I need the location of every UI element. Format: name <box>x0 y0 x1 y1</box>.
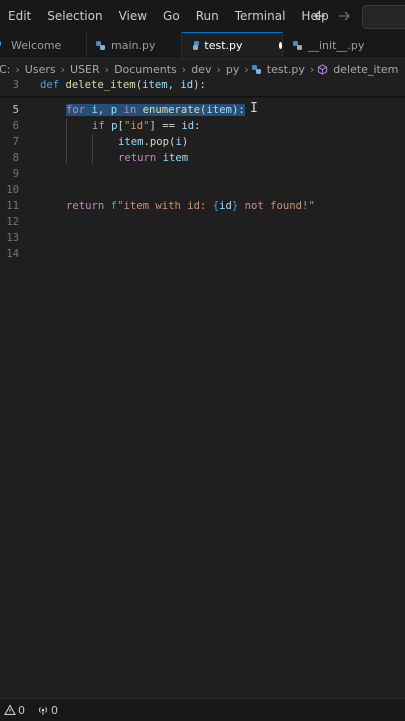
sticky-scroll-line[interactable]: 3 def delete_item(item, id): <box>0 77 405 93</box>
tab-welcome[interactable]: Welcome <box>0 32 87 58</box>
arrow-right-icon[interactable] <box>336 8 352 24</box>
line-number: 11 <box>6 200 19 212</box>
code-line-6[interactable]: 6 if p["id"] == id: <box>0 118 405 134</box>
text-cursor-icon: I <box>250 101 258 116</box>
code-text: if p["id"] == id: <box>92 120 201 132</box>
vscode-icon <box>0 40 5 50</box>
code-line-10[interactable]: 10 <box>0 182 405 198</box>
breadcrumb-symbol[interactable]: delete_item <box>331 63 400 76</box>
menu-terminal[interactable]: Terminal <box>227 0 294 32</box>
arrow-left-icon[interactable] <box>312 8 328 24</box>
breadcrumb: C: › Users › USER › Documents › dev › py… <box>0 59 405 79</box>
menu-run[interactable]: Run <box>188 0 227 32</box>
tab-label: test.py <box>204 38 243 52</box>
python-file-icon <box>96 40 105 50</box>
tab-label: main.py <box>111 38 156 52</box>
chevron-right-icon: › <box>309 62 315 76</box>
code-line-7[interactable]: 7 item.pop(i) <box>0 134 405 150</box>
broadcast-icon <box>38 707 48 715</box>
breadcrumb-users[interactable]: Users <box>23 63 58 76</box>
chevron-right-icon: › <box>15 62 20 76</box>
breadcrumb-py[interactable]: py <box>224 63 242 76</box>
unsaved-dot-icon[interactable] <box>278 41 282 49</box>
tab-test-py[interactable]: test.py <box>182 32 283 57</box>
method-symbol-icon <box>318 63 328 75</box>
menu-go[interactable]: Go <box>155 0 188 32</box>
chevron-right-icon: › <box>104 62 110 76</box>
error-icon <box>4 704 16 716</box>
warnings-count: 0 <box>51 703 58 717</box>
line-number: 3 <box>12 79 19 91</box>
errors-count: 0 <box>18 703 25 717</box>
code-editor[interactable]: 3 def delete_item(item, id): 5 for i, p … <box>0 77 405 698</box>
code-text: for i, p in enumerate(item): <box>66 104 245 116</box>
code-line-11[interactable]: 11 return f"item with id: {id} not found… <box>0 198 405 214</box>
menu-selection[interactable]: Selection <box>39 0 110 32</box>
errors-indicator[interactable]: 0 <box>4 704 25 717</box>
tab-bar: Welcome main.py test.py __init__.py <box>0 32 405 59</box>
tab-main-py[interactable]: main.py <box>86 32 182 58</box>
line-number: 5 <box>12 104 19 116</box>
chevron-right-icon: › <box>181 62 187 76</box>
code-line-9[interactable]: 9 <box>0 166 405 182</box>
code-line-8[interactable]: 8 return item <box>0 150 405 166</box>
line-number: 10 <box>6 184 19 196</box>
line-number: 6 <box>12 120 19 132</box>
python-file-icon <box>193 40 199 50</box>
breadcrumb-documents[interactable]: Documents <box>112 63 179 76</box>
tab-init-py[interactable]: __init__.py <box>283 32 405 58</box>
tab-label: Welcome <box>11 38 62 52</box>
sticky-scroll-shadow <box>0 96 405 98</box>
line-number: 14 <box>6 248 19 260</box>
menu-bar: Edit Selection View Go Run Terminal Help <box>0 0 405 32</box>
code-line-5[interactable]: 5 for i, p in enumerate(item): I <box>0 101 405 118</box>
code-line-13[interactable]: 13 <box>0 230 405 246</box>
line-number: 13 <box>6 232 19 244</box>
chevron-right-icon: › <box>60 62 66 76</box>
code-text: item.pop(i) <box>118 136 189 148</box>
tab-label: __init__.py <box>308 38 365 52</box>
code-text: return f"item with id: {id} not found!" <box>66 200 315 212</box>
breadcrumb-user[interactable]: USER <box>68 63 102 76</box>
chevron-right-icon: › <box>244 62 249 76</box>
line-number: 12 <box>6 216 19 228</box>
chevron-right-icon: › <box>216 62 221 76</box>
python-file-icon <box>251 64 261 74</box>
code-text: return item <box>118 152 189 164</box>
breadcrumb-file[interactable]: test.py <box>265 63 307 76</box>
menu-view[interactable]: View <box>111 0 155 32</box>
sticky-code: def delete_item(item, id): <box>40 79 206 91</box>
code-line-12[interactable]: 12 <box>0 214 405 230</box>
navigation-arrows <box>312 0 352 32</box>
ports-indicator[interactable]: 0 <box>37 704 58 717</box>
line-number: 9 <box>12 168 19 180</box>
line-number: 7 <box>12 136 19 148</box>
breadcrumb-drive[interactable]: C: <box>0 63 12 76</box>
menu-edit[interactable]: Edit <box>0 0 39 32</box>
breadcrumb-dev[interactable]: dev <box>189 63 213 76</box>
python-file-icon <box>293 40 302 50</box>
command-center-search[interactable] <box>362 5 405 29</box>
line-number: 8 <box>12 152 19 164</box>
code-line-14[interactable]: 14 <box>0 246 405 262</box>
status-bar: 0 0 <box>0 698 405 721</box>
